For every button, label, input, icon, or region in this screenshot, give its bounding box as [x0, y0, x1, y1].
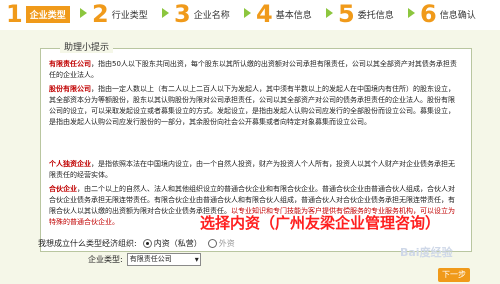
step-label: 行业类型 — [111, 10, 148, 21]
help-paragraph: 个人独资企业，是指依照本法在中国境内设立，由一个自然人投资，财产为投资人个人所有… — [49, 159, 461, 181]
econ-type-label: 我想成立什么类型经济组织: — [38, 239, 137, 248]
step-label: 委托信息 — [357, 10, 394, 21]
company-type-row: 企业类型: 有限责任公司 — [88, 253, 201, 266]
step-5[interactable]: 5 委托信息 — [338, 2, 394, 26]
step-label: 信息确认 — [439, 10, 476, 21]
step-4[interactable]: 4 基本信息 — [256, 2, 312, 26]
step-3[interactable]: 3 企业名称 — [174, 2, 230, 26]
caption-overlay: 选择内资（广州友梁企业管理咨询） — [200, 214, 441, 232]
step-label: 企业类型 — [25, 5, 70, 23]
step-6[interactable]: 6 信息确认 — [420, 2, 476, 26]
radio-foreign[interactable] — [207, 239, 217, 248]
radio-foreign-label: 外资 — [218, 239, 235, 248]
radio-domestic[interactable] — [142, 239, 152, 248]
step-number: 3 — [174, 0, 191, 28]
step-number: 4 — [256, 0, 273, 28]
arrow-right-icon — [244, 8, 251, 18]
help-paragraph: 有限责任公司，指由50人以下股东共同出资，每个股东以其所认缴的出资额对公司承担有… — [49, 59, 461, 81]
paragraph-text: ，指由一定人数以上（有二人以上二百人以下为发起人，其中须有半数以上的发起人在中国… — [49, 85, 455, 126]
arrow-right-icon — [326, 8, 333, 18]
arrow-right-icon — [162, 8, 169, 18]
company-type-label: 企业类型: — [88, 255, 123, 264]
step-bar: 1 企业类型 2 行业类型 3 企业名称 4 基本信息 5 委托信息 6 信息确… — [0, 0, 500, 30]
econ-type-row: 我想成立什么类型经济组织: 内资（私营） 外资 — [38, 238, 235, 249]
company-type-select[interactable]: 有限责任公司 — [126, 253, 201, 266]
keyword: 个人独资企业 — [49, 160, 91, 168]
step-number: 6 — [420, 0, 437, 28]
step-number: 1 — [6, 0, 23, 28]
keyword: 合伙企业 — [49, 185, 77, 193]
paragraph-text: ，是指依照本法在中国境内设立，由一个自然人投资，财产为投资人个人所有，投资人以其… — [49, 160, 455, 179]
paragraph-text: ，指由50人以下股东共同出资，每个股东以其所认缴的出资额对公司承担有限责任，公司… — [49, 60, 457, 79]
keyword: 有限责任公司 — [49, 60, 91, 68]
radio-domestic-label: 内资（私营） — [153, 239, 202, 248]
arrow-right-icon — [80, 8, 87, 18]
step-label: 基本信息 — [275, 10, 312, 21]
step-label: 企业名称 — [193, 10, 230, 21]
company-type-value: 有限责任公司 — [129, 255, 172, 263]
help-title: 助理小提示 — [60, 40, 114, 53]
keyword: 股份有限公司 — [49, 85, 91, 93]
help-paragraph: 股份有限公司，指由一定人数以上（有二人以上二百人以下为发起人，其中须有半数以上的… — [49, 84, 461, 128]
step-number: 2 — [92, 0, 109, 28]
arrow-right-icon — [408, 8, 415, 18]
step-number: 5 — [338, 0, 355, 28]
step-2[interactable]: 2 行业类型 — [92, 2, 148, 26]
step-1[interactable]: 1 企业类型 — [6, 2, 70, 26]
next-button[interactable]: 下一步 — [438, 268, 470, 282]
watermark: Bai度经验 — [400, 246, 453, 259]
